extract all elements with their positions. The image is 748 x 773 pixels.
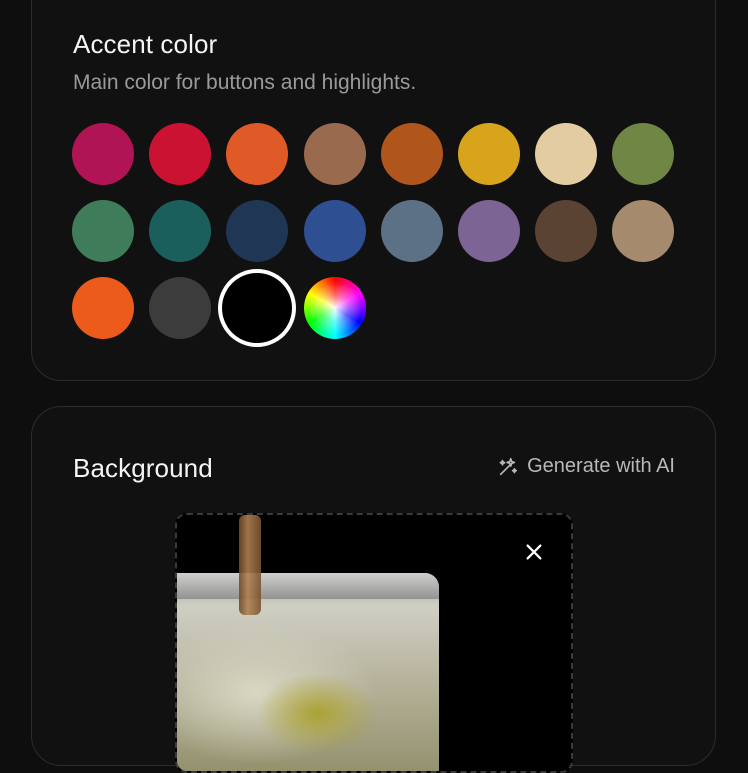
accent-color-title: Accent color [73,29,218,59]
color-swatch[interactable] [380,123,443,185]
background-image-dropzone[interactable] [175,513,573,773]
color-swatch[interactable] [303,123,366,185]
color-swatch[interactable] [380,200,443,262]
background-card: Background Generate with AI [31,406,716,773]
close-icon[interactable] [523,541,545,563]
color-swatch[interactable] [149,123,212,185]
background-title: Background [73,453,213,483]
color-swatch[interactable] [226,123,289,185]
accent-color-card: Accent color Main color for buttons and … [31,0,716,381]
color-swatch[interactable] [226,200,289,262]
color-swatch[interactable] [303,200,366,262]
color-swatch[interactable] [612,200,675,262]
color-wheel-icon[interactable] [303,277,366,339]
background-image [177,515,571,771]
color-swatch[interactable] [535,200,598,262]
accent-color-subtitle: Main color for buttons and highlights. [73,71,417,94]
generate-with-ai-label: Generate with AI [527,455,675,477]
color-swatch[interactable] [226,277,289,339]
color-swatch[interactable] [458,200,520,262]
color-swatch[interactable] [149,200,212,262]
sparkles-icon [499,457,518,475]
generate-with-ai-button[interactable]: Generate with AI [497,455,675,478]
color-swatch[interactable] [612,123,675,185]
color-swatch[interactable] [72,200,134,262]
color-swatch[interactable] [458,123,520,185]
color-swatch[interactable] [149,277,212,339]
color-swatch[interactable] [535,123,598,185]
color-swatch[interactable] [72,123,134,185]
color-swatch[interactable] [72,277,134,339]
